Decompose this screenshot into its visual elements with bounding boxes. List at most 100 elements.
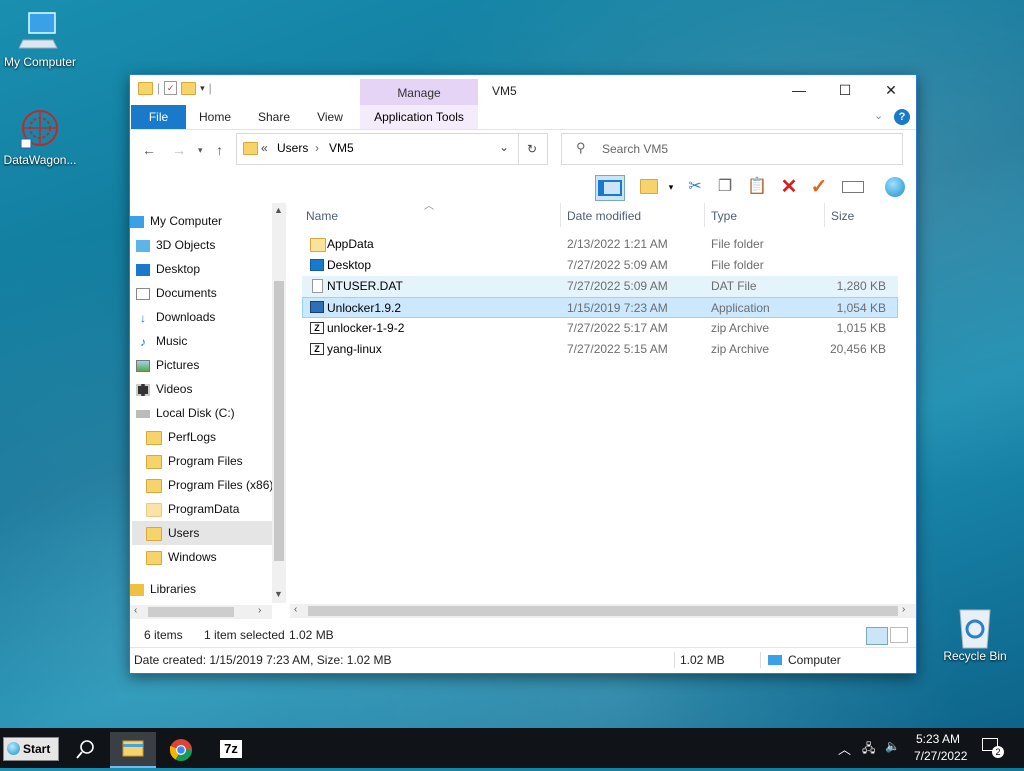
column-header-name[interactable]: Name bbox=[306, 209, 338, 223]
back-arrow-icon[interactable]: ← bbox=[142, 142, 156, 158]
paste-icon[interactable]: 📋 bbox=[743, 175, 771, 199]
folder-icon bbox=[146, 454, 162, 469]
column-header-size[interactable]: Size bbox=[831, 209, 854, 223]
scrollbar-thumb[interactable] bbox=[308, 606, 898, 616]
scroll-down-icon[interactable]: ▼ bbox=[274, 589, 283, 599]
nav-item-pictures[interactable]: Pictures bbox=[136, 353, 278, 377]
column-separator[interactable] bbox=[824, 203, 825, 227]
show-hidden-icons-chevron-icon[interactable]: ︿ bbox=[838, 739, 851, 758]
desktop-icon-recycle-bin[interactable]: Recycle Bin bbox=[935, 604, 1015, 663]
7zip-taskbar-button[interactable]: 7z bbox=[208, 732, 254, 768]
column-header-type[interactable]: Type bbox=[711, 209, 737, 223]
breadcrumb-vm5[interactable]: VM5 bbox=[329, 141, 354, 155]
scroll-left-icon[interactable]: ‹ bbox=[134, 605, 137, 616]
copy-icon[interactable]: ❐ bbox=[711, 175, 739, 199]
breadcrumb-users[interactable]: Users bbox=[277, 141, 308, 155]
nav-horizontal-scrollbar[interactable]: ‹ › bbox=[130, 605, 272, 619]
table-row[interactable]: NTUSER.DAT 7/27/2022 5:09 AM DAT File 1,… bbox=[302, 276, 898, 297]
table-row[interactable]: Z yang-linux 7/27/2022 5:15 AM zip Archi… bbox=[302, 339, 898, 360]
desktop-icon-my-computer[interactable]: My Computer bbox=[0, 10, 80, 69]
network-icon[interactable]: 🖧 bbox=[862, 739, 875, 760]
nav-item-programdata[interactable]: ProgramData bbox=[146, 497, 288, 521]
nav-item-documents[interactable]: Documents bbox=[136, 281, 278, 305]
scrollbar-thumb[interactable] bbox=[148, 607, 234, 617]
nav-item-local-disk[interactable]: Local Disk (C:) bbox=[136, 401, 278, 425]
up-arrow-icon[interactable]: ↑ bbox=[216, 142, 223, 158]
start-globe-icon bbox=[7, 742, 20, 755]
folder-icon[interactable] bbox=[138, 81, 153, 95]
content-horizontal-scrollbar[interactable]: ‹ › bbox=[290, 604, 916, 618]
table-row[interactable]: Z unlocker-1-9-2 7/27/2022 5:17 AM zip A… bbox=[302, 318, 898, 339]
scroll-up-icon[interactable]: ▲ bbox=[274, 205, 283, 215]
chevron-right-icon[interactable]: › bbox=[315, 141, 319, 155]
nav-item-libraries[interactable]: Libraries bbox=[130, 577, 272, 601]
rename-icon[interactable] bbox=[839, 175, 867, 199]
desktop-icon-datawagon[interactable]: DataWagon... bbox=[0, 108, 80, 167]
nav-item-users[interactable]: Users bbox=[132, 521, 274, 545]
new-folder-icon[interactable] bbox=[181, 81, 197, 95]
checkmark-icon[interactable]: ✓ bbox=[805, 175, 833, 199]
column-separator[interactable] bbox=[704, 203, 705, 227]
tab-share[interactable]: Share bbox=[252, 105, 296, 129]
manage-tab[interactable]: Manage bbox=[360, 79, 478, 107]
folder-icon bbox=[146, 526, 162, 541]
ribbon-tabs: File Home Share View Application Tools ⌄… bbox=[130, 105, 916, 129]
nav-item-downloads[interactable]: ↓ Downloads bbox=[136, 305, 278, 329]
scroll-right-icon[interactable]: › bbox=[258, 605, 261, 616]
chevron-down-icon[interactable]: ▾ bbox=[198, 145, 203, 156]
refresh-button[interactable]: ↻ bbox=[517, 133, 548, 165]
drive-icon bbox=[136, 409, 150, 418]
scroll-right-icon[interactable]: › bbox=[902, 604, 905, 615]
table-row[interactable]: AppData 2/13/2022 1:21 AM File folder bbox=[302, 234, 898, 255]
address-root-chevron[interactable]: « bbox=[261, 141, 268, 155]
table-row[interactable]: Desktop 7/27/2022 5:09 AM File folder bbox=[302, 255, 898, 276]
chevron-down-icon[interactable]: ▾ bbox=[200, 83, 205, 94]
table-row-selected[interactable]: Unlocker1.9.2 1/15/2019 7:23 AM Applicat… bbox=[302, 297, 898, 318]
scroll-left-icon[interactable]: ‹ bbox=[294, 604, 297, 615]
nav-item-perflogs[interactable]: PerfLogs bbox=[146, 425, 288, 449]
file-explorer-taskbar-button[interactable] bbox=[110, 732, 156, 768]
nav-item-videos[interactable]: Videos bbox=[136, 377, 278, 401]
nav-item-program-files[interactable]: Program Files bbox=[146, 449, 288, 473]
chevron-down-icon[interactable]: ⌄ bbox=[499, 140, 509, 154]
minimize-button[interactable]: — bbox=[776, 75, 822, 105]
document-icon bbox=[136, 287, 150, 300]
tab-home[interactable]: Home bbox=[195, 105, 235, 129]
chevron-down-icon[interactable]: ⌄ bbox=[874, 109, 883, 122]
nav-item-my-computer[interactable]: My Computer bbox=[130, 209, 272, 233]
help-icon[interactable]: ? bbox=[894, 109, 910, 125]
nav-item-music[interactable]: ♪ Music bbox=[136, 329, 278, 353]
cut-icon[interactable]: ✂ bbox=[681, 175, 709, 199]
properties-icon[interactable]: ✓ bbox=[164, 81, 178, 95]
nav-item-desktop[interactable]: Desktop bbox=[136, 257, 278, 281]
column-separator[interactable] bbox=[560, 203, 561, 227]
forward-arrow-icon[interactable]: → bbox=[172, 142, 186, 158]
preview-pane-icon[interactable] bbox=[595, 175, 625, 201]
nav-item-windows[interactable]: Windows bbox=[146, 545, 288, 569]
details-view-icon[interactable] bbox=[866, 627, 888, 645]
tab-application-tools[interactable]: Application Tools bbox=[360, 105, 478, 129]
search-button[interactable] bbox=[62, 732, 108, 768]
nav-item-program-files-x86[interactable]: Program Files (x86) bbox=[146, 473, 288, 497]
nav-item-3d-objects[interactable]: 3D Objects bbox=[136, 233, 278, 257]
action-center-button[interactable]: 2 bbox=[982, 738, 1004, 758]
maximize-button[interactable]: ☐ bbox=[822, 75, 868, 105]
volume-icon[interactable]: 🔈 bbox=[885, 739, 900, 753]
large-icons-view-icon[interactable] bbox=[890, 627, 908, 643]
chrome-taskbar-button[interactable] bbox=[158, 732, 204, 768]
tab-file[interactable]: File bbox=[131, 105, 186, 129]
clock[interactable]: 5:23 AM 7/27/2022 bbox=[914, 732, 967, 763]
start-button[interactable]: Start bbox=[3, 737, 59, 761]
scrollbar-thumb[interactable] bbox=[274, 281, 284, 561]
delete-icon[interactable]: ✕ bbox=[775, 175, 803, 199]
address-bar[interactable]: « Users › VM5 ⌄ bbox=[236, 133, 519, 165]
folder-icon bbox=[310, 238, 326, 252]
details-location: Computer bbox=[788, 653, 841, 667]
close-button[interactable]: ✕ bbox=[868, 75, 914, 105]
nav-vertical-scrollbar[interactable]: ▲ ▼ bbox=[272, 203, 286, 603]
globe-icon[interactable] bbox=[881, 175, 909, 199]
tab-view[interactable]: View bbox=[311, 105, 349, 129]
separator bbox=[760, 652, 761, 668]
column-header-date[interactable]: Date modified bbox=[567, 209, 641, 223]
search-input[interactable]: ⚲ Search VM5 bbox=[561, 133, 903, 165]
